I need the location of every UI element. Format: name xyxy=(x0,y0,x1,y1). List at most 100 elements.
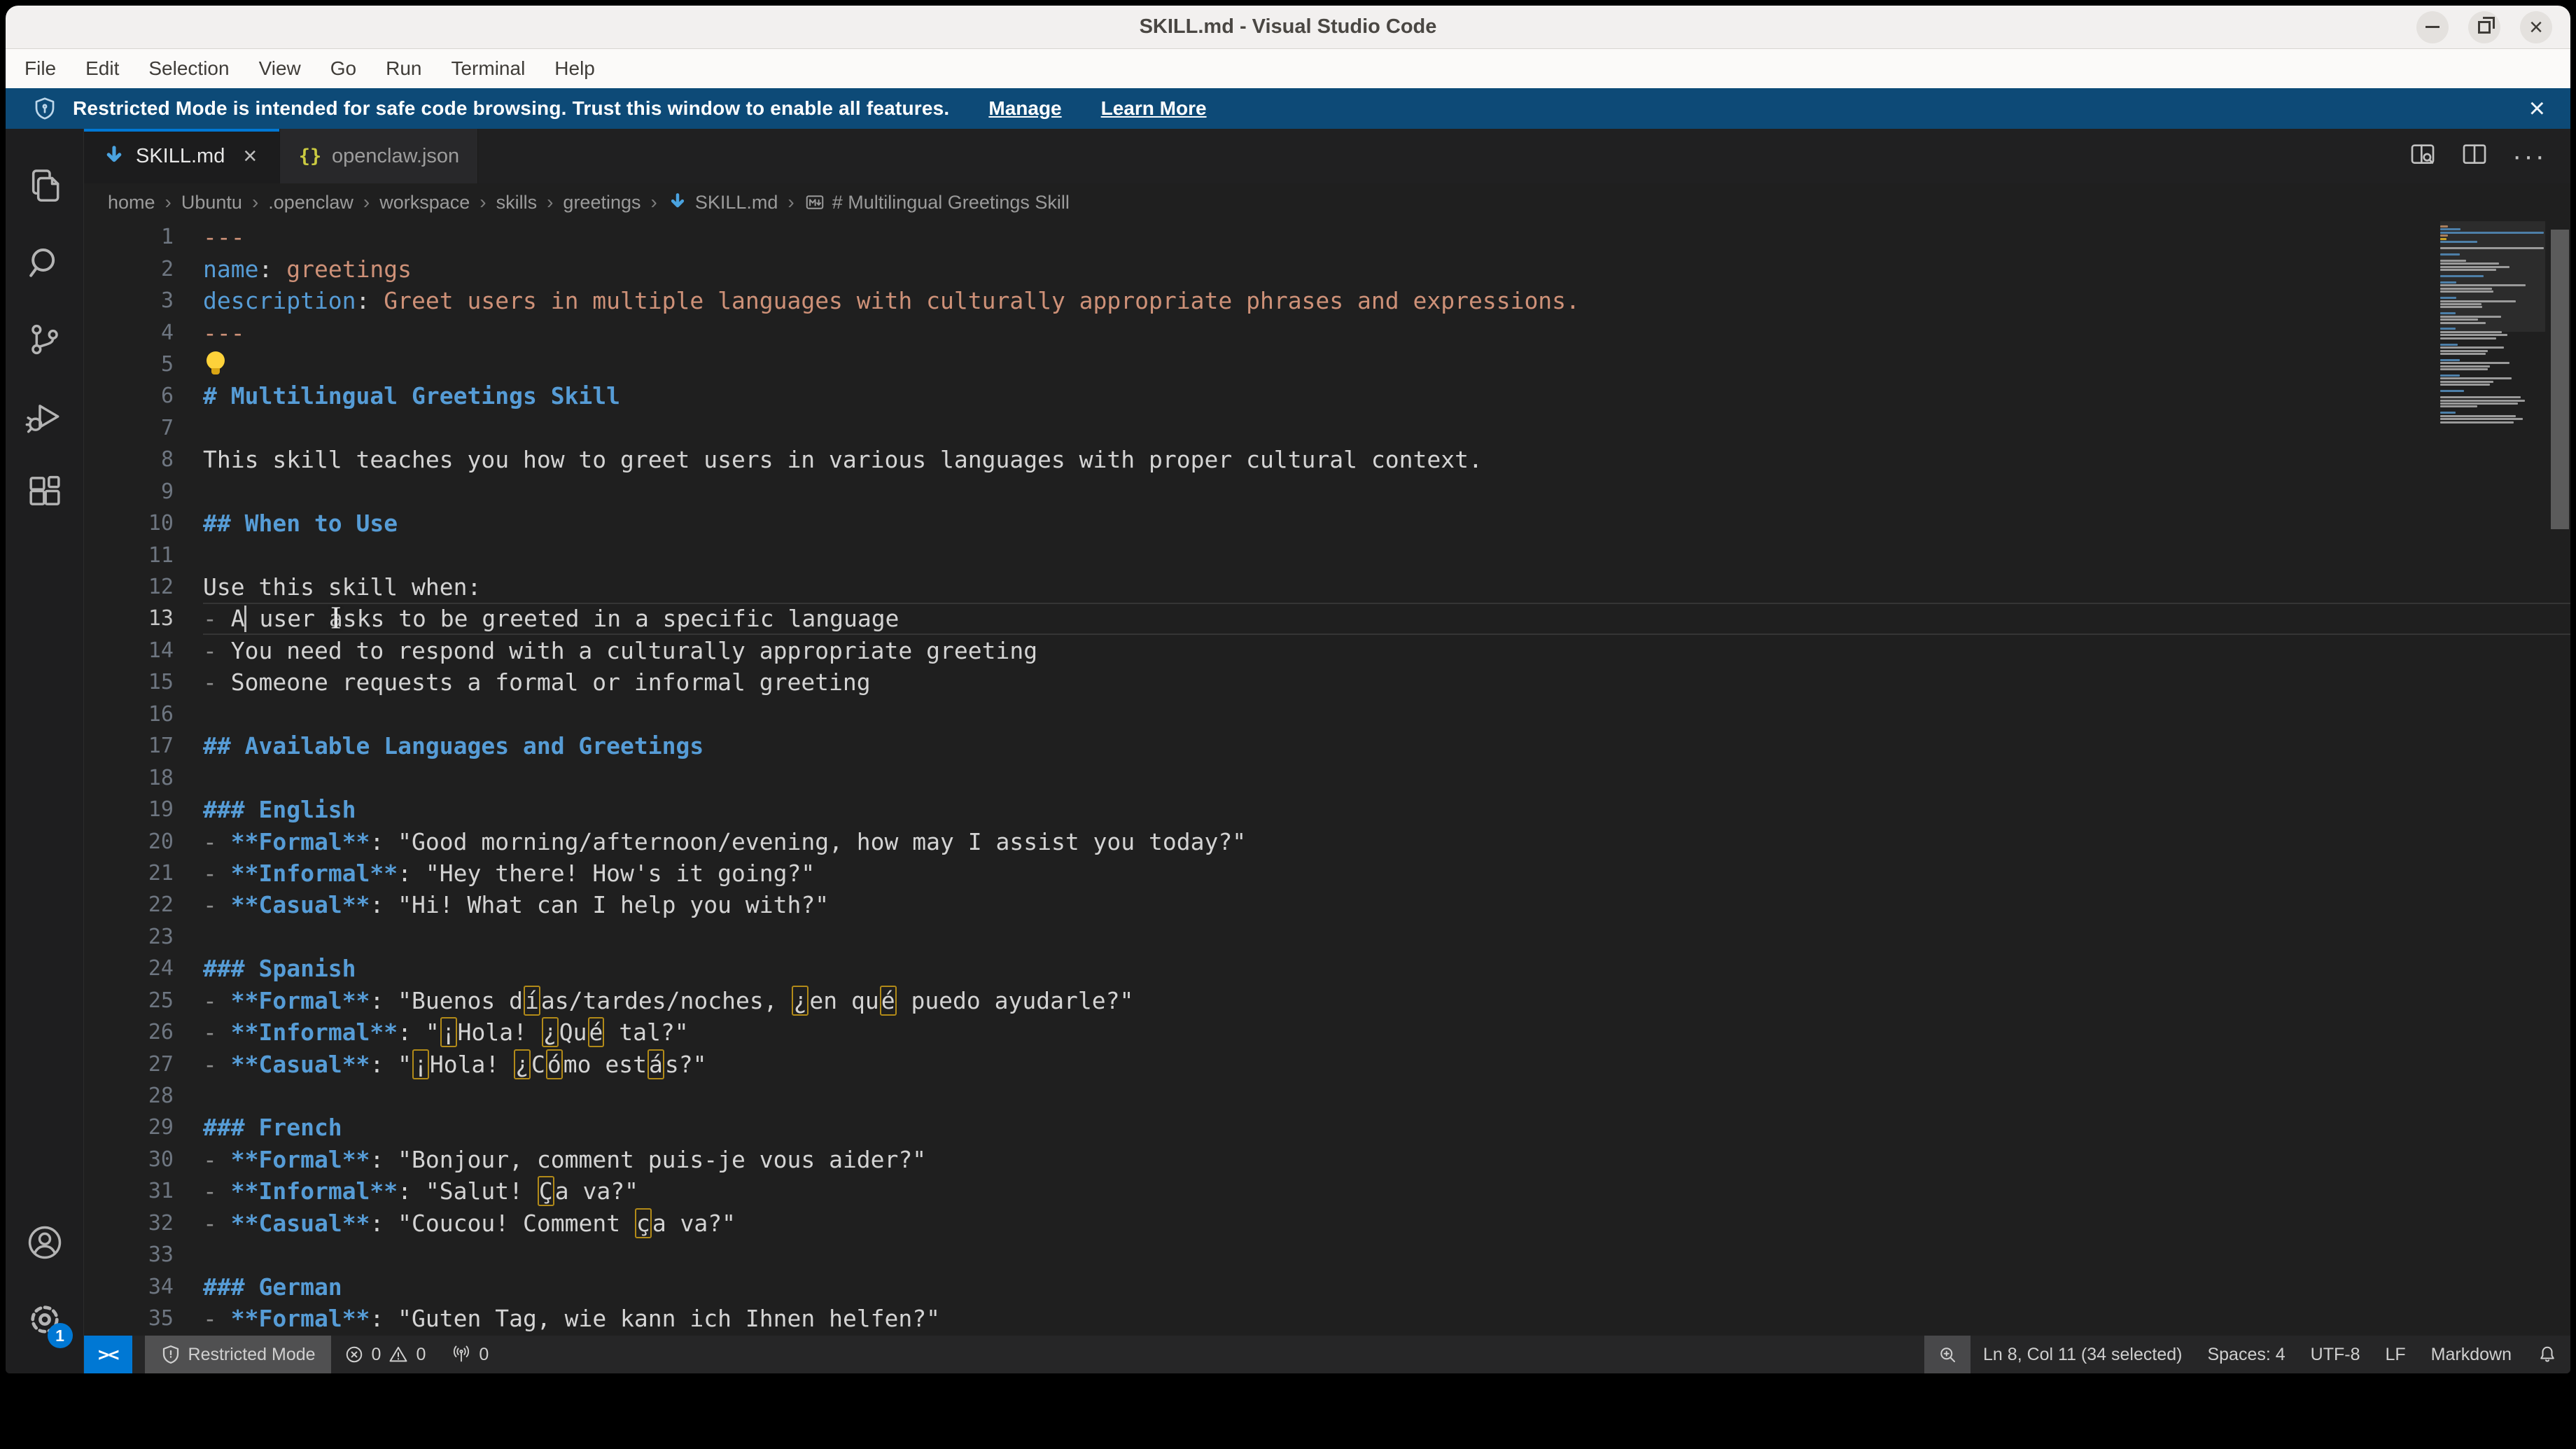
code-token: **Formal** xyxy=(231,987,370,1014)
code-line[interactable]: 15- Someone requests a formal or informa… xyxy=(84,666,2570,698)
tab-close-icon[interactable]: × xyxy=(243,144,257,168)
code-line[interactable]: 33 xyxy=(84,1239,2570,1270)
language-mode-status[interactable]: Markdown xyxy=(2418,1336,2524,1373)
menu-item-selection[interactable]: Selection xyxy=(134,49,244,88)
code-line[interactable]: 34### German xyxy=(84,1270,2570,1302)
cursor-position-status[interactable]: Ln 8, Col 11 (34 selected) xyxy=(1970,1336,2194,1373)
menu-item-edit[interactable]: Edit xyxy=(71,49,134,88)
activity-accounts[interactable] xyxy=(6,1204,84,1281)
indentation-status[interactable]: Spaces: 4 xyxy=(2194,1336,2297,1373)
learn-more-link[interactable]: Learn More xyxy=(1101,97,1207,120)
activity-extensions[interactable] xyxy=(6,455,84,532)
menu-item-help[interactable]: Help xyxy=(540,49,610,88)
menu-item-go[interactable]: Go xyxy=(316,49,371,88)
code-line[interactable]: 12Use this skill when: xyxy=(84,571,2570,603)
code-line[interactable]: 24### Spanish xyxy=(84,953,2570,984)
code-line[interactable]: 7 xyxy=(84,412,2570,444)
code-token: en qu xyxy=(809,987,878,1014)
code-token: : "Guten Tag, wie kann ich Ihnen helfen?… xyxy=(370,1305,940,1332)
encoding-status[interactable]: UTF-8 xyxy=(2298,1336,2373,1373)
code-line[interactable]: 23 xyxy=(84,921,2570,953)
line-content: --- xyxy=(203,316,2570,348)
code-line[interactable]: 32- **Casual**: "Coucou! Comment ça va?" xyxy=(84,1208,2570,1239)
breadcrumb-item[interactable]: Ubuntu xyxy=(181,192,242,214)
scrollbar-thumb[interactable] xyxy=(2551,230,2569,529)
window-title: SKILL.md - Visual Studio Code xyxy=(1140,15,1437,38)
editor-scrollbar[interactable] xyxy=(2549,221,2570,1336)
menu-item-view[interactable]: View xyxy=(244,49,316,88)
activity-source-control[interactable] xyxy=(6,301,84,378)
activity-search[interactable] xyxy=(6,224,84,301)
code-line[interactable]: 10## When to Use xyxy=(84,507,2570,539)
tab-label: SKILL.md xyxy=(136,145,225,168)
menu-item-run[interactable]: Run xyxy=(371,49,436,88)
code-line[interactable]: 27- **Casual**: "¡Hola! ¿Cómo estás?" xyxy=(84,1048,2570,1079)
code-line[interactable]: 16 xyxy=(84,699,2570,730)
code-line[interactable]: 8This skill teaches you how to greet use… xyxy=(84,444,2570,475)
notifications-bell-icon[interactable] xyxy=(2524,1336,2570,1373)
code-line[interactable]: 25- **Formal**: "Buenos días/tardes/noch… xyxy=(84,985,2570,1016)
menu-item-terminal[interactable]: Terminal xyxy=(436,49,540,88)
code-line[interactable]: 11 xyxy=(84,539,2570,570)
tab-skill.md[interactable]: SKILL.md × xyxy=(84,129,280,183)
code-line[interactable]: 22- **Casual**: "Hi! What can I help you… xyxy=(84,889,2570,920)
code-line[interactable]: 21- **Informal**: "Hey there! How's it g… xyxy=(84,858,2570,889)
code-line[interactable]: 28 xyxy=(84,1080,2570,1112)
ports-status[interactable]: 0 xyxy=(438,1336,501,1373)
eol-status[interactable]: LF xyxy=(2372,1336,2418,1373)
code-token: : " xyxy=(370,1051,412,1078)
activity-explorer[interactable] xyxy=(6,147,84,224)
code-line[interactable]: 19### English xyxy=(84,794,2570,825)
minimap-line xyxy=(2440,300,2516,302)
markdown-icon xyxy=(667,192,688,213)
breadcrumb-item[interactable]: .openclaw xyxy=(268,192,354,214)
code-line[interactable]: 29### French xyxy=(84,1112,2570,1143)
code-editor[interactable]: 1---2name: greetings3description: Greet … xyxy=(84,221,2570,1336)
breadcrumb-item[interactable]: greetings xyxy=(563,192,640,214)
code-line[interactable]: 9 xyxy=(84,476,2570,507)
code-token: This skill teaches you how to greet user… xyxy=(203,446,1483,473)
activity-run-debug[interactable] xyxy=(6,378,84,455)
minimize-button[interactable] xyxy=(2416,11,2449,43)
code-line[interactable]: 6# Multilingual Greetings Skill xyxy=(84,380,2570,412)
restore-button[interactable] xyxy=(2468,11,2500,43)
code-line[interactable]: 3description: Greet users in multiple la… xyxy=(84,285,2570,316)
restricted-mode-status[interactable]: Restricted Mode xyxy=(145,1336,331,1373)
breadcrumb-item[interactable]: skills xyxy=(496,192,538,214)
code-line[interactable]: 30- **Formal**: "Bonjour, comment puis-j… xyxy=(84,1144,2570,1175)
code-line[interactable]: 2name: greetings xyxy=(84,253,2570,284)
problems-status[interactable]: 00 xyxy=(331,1336,439,1373)
more-actions-icon[interactable]: ··· xyxy=(2512,141,2547,172)
minimap[interactable] xyxy=(2440,225,2545,424)
open-preview-side-icon[interactable] xyxy=(2409,141,2437,172)
breadcrumb-separator: › xyxy=(363,191,370,214)
zoom-status[interactable] xyxy=(1924,1336,1970,1373)
close-button[interactable]: × xyxy=(2520,11,2552,43)
code-token: : xyxy=(258,255,272,283)
tab-openclaw.json[interactable]: {}openclaw.json xyxy=(280,129,478,183)
manage-link[interactable]: Manage xyxy=(988,97,1061,120)
breadcrumb-item[interactable]: SKILL.md xyxy=(667,192,778,214)
banner-close-icon[interactable]: × xyxy=(2529,94,2545,122)
code-line[interactable]: 18 xyxy=(84,762,2570,793)
code-line[interactable]: 17## Available Languages and Greetings xyxy=(84,730,2570,762)
line-number: 4 xyxy=(84,321,203,345)
json-icon: {} xyxy=(298,144,322,168)
code-line[interactable]: 5💡 xyxy=(84,349,2570,380)
line-number: 31 xyxy=(84,1179,203,1203)
breadcrumb-item[interactable]: workspace xyxy=(379,192,470,214)
code-line[interactable]: 35- **Formal**: "Guten Tag, wie kann ich… xyxy=(84,1303,2570,1334)
breadcrumb-item[interactable]: # Multilingual Greetings Skill xyxy=(804,192,1070,214)
split-editor-icon[interactable] xyxy=(2460,141,2488,172)
code-line[interactable]: 20- **Formal**: "Good morning/afternoon/… xyxy=(84,825,2570,857)
remote-indicator[interactable]: >< xyxy=(84,1336,132,1373)
activity-settings[interactable]: 1 xyxy=(6,1281,84,1358)
breadcrumb-item[interactable]: home xyxy=(108,192,155,214)
code-line[interactable]: 14- You need to respond with a culturall… xyxy=(84,635,2570,666)
menu-item-file[interactable]: File xyxy=(10,49,71,88)
code-line[interactable]: 26- **Informal**: "¡Hola! ¿Qué tal?" xyxy=(84,1016,2570,1048)
code-line[interactable]: 4--- xyxy=(84,316,2570,348)
code-line[interactable]: 13- A user asks to be greeted in a speci… xyxy=(84,603,2570,634)
code-line[interactable]: 31- **Informal**: "Salut! Ça va?" xyxy=(84,1175,2570,1207)
code-line[interactable]: 1--- xyxy=(84,221,2570,253)
